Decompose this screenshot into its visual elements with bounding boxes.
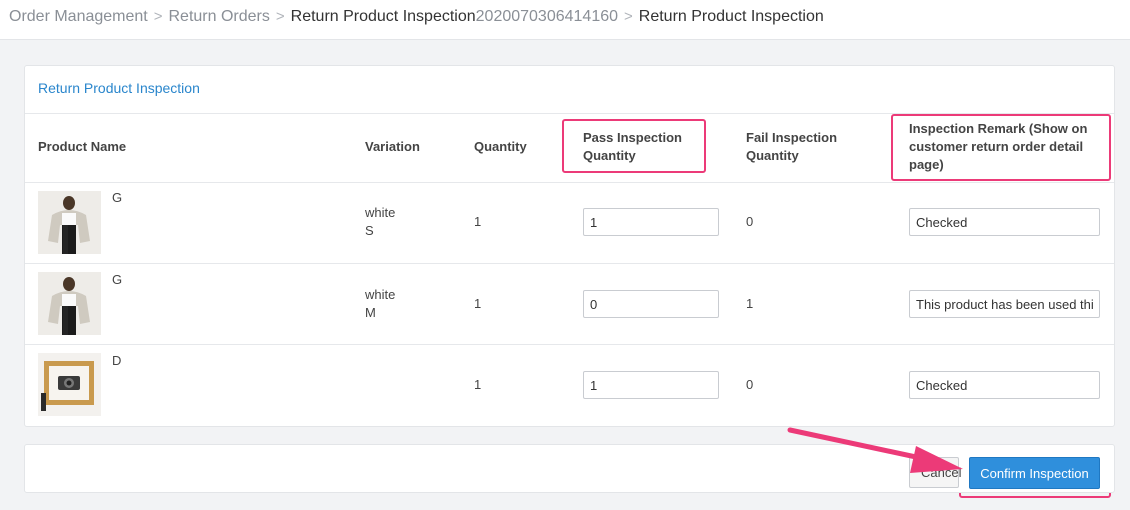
chevron-right-icon: > bbox=[624, 8, 633, 25]
variation-size: M bbox=[365, 305, 376, 320]
top-bar: Order Management > Return Orders > Return Pr… bbox=[0, 0, 1130, 40]
quantity-value: 1 bbox=[474, 377, 482, 392]
pass-quantity-input[interactable] bbox=[583, 371, 719, 399]
product-image bbox=[38, 191, 101, 254]
breadcrumb-current-page: Return Product Inspection bbox=[638, 8, 824, 25]
panel-title: Return Product Inspection bbox=[38, 80, 200, 96]
inspection-remark-input[interactable] bbox=[909, 290, 1100, 318]
breadcrumb: Order Management > Return Orders > Return Pr… bbox=[9, 7, 824, 27]
product-name: G bbox=[112, 190, 123, 205]
header-product-name: Product Name bbox=[38, 139, 127, 154]
divider bbox=[25, 113, 1114, 114]
header-fail-quantity: Fail Inspection Quantity bbox=[746, 130, 838, 163]
quantity-value: 1 bbox=[474, 214, 482, 229]
confirm-inspection-button[interactable]: Confirm Inspection bbox=[969, 457, 1100, 489]
variation-size: S bbox=[365, 223, 374, 238]
header-pass-quantity: Pass Inspection Quantity bbox=[583, 130, 682, 163]
breadcrumb-order-management[interactable]: Order Management bbox=[9, 8, 148, 25]
variation-color: white bbox=[365, 205, 396, 220]
breadcrumb-inspection[interactable]: Return Product Inspection bbox=[291, 8, 476, 25]
chevron-right-icon: > bbox=[275, 8, 285, 25]
breadcrumb-return-orders[interactable]: Return Orders bbox=[169, 8, 270, 25]
fail-quantity-value: 1 bbox=[746, 296, 754, 311]
chevron-right-icon: > bbox=[153, 8, 163, 25]
inspection-remark-input[interactable] bbox=[909, 208, 1100, 236]
inspection-panel: Return Product Inspection Product Name V… bbox=[24, 65, 1115, 427]
header-inspection-remark: Inspection Remark (Show on customer retu… bbox=[909, 121, 1088, 172]
breadcrumb-order-number: 2020070306414160 bbox=[475, 8, 619, 25]
product-name: D bbox=[112, 353, 122, 368]
product-name: G bbox=[112, 272, 123, 287]
variation-color: white bbox=[365, 287, 396, 302]
product-image bbox=[38, 353, 101, 416]
inspection-remark-input[interactable] bbox=[909, 371, 1100, 399]
header-quantity: Quantity bbox=[474, 139, 527, 154]
header-variation: Variation bbox=[365, 139, 420, 154]
product-image bbox=[38, 272, 101, 335]
woman-white-top-photo bbox=[38, 272, 101, 335]
fail-quantity-value: 0 bbox=[746, 214, 754, 229]
woman-white-top-photo bbox=[38, 191, 101, 254]
divider bbox=[25, 263, 1114, 264]
pass-quantity-input[interactable] bbox=[583, 290, 719, 318]
fail-quantity-value: 0 bbox=[746, 377, 754, 392]
camera-in-frame-photo bbox=[38, 353, 101, 416]
divider bbox=[25, 344, 1114, 345]
divider bbox=[25, 182, 1114, 183]
quantity-value: 1 bbox=[474, 296, 482, 311]
pass-quantity-input[interactable] bbox=[583, 208, 719, 236]
cancel-button[interactable]: Cancel bbox=[909, 457, 961, 488]
